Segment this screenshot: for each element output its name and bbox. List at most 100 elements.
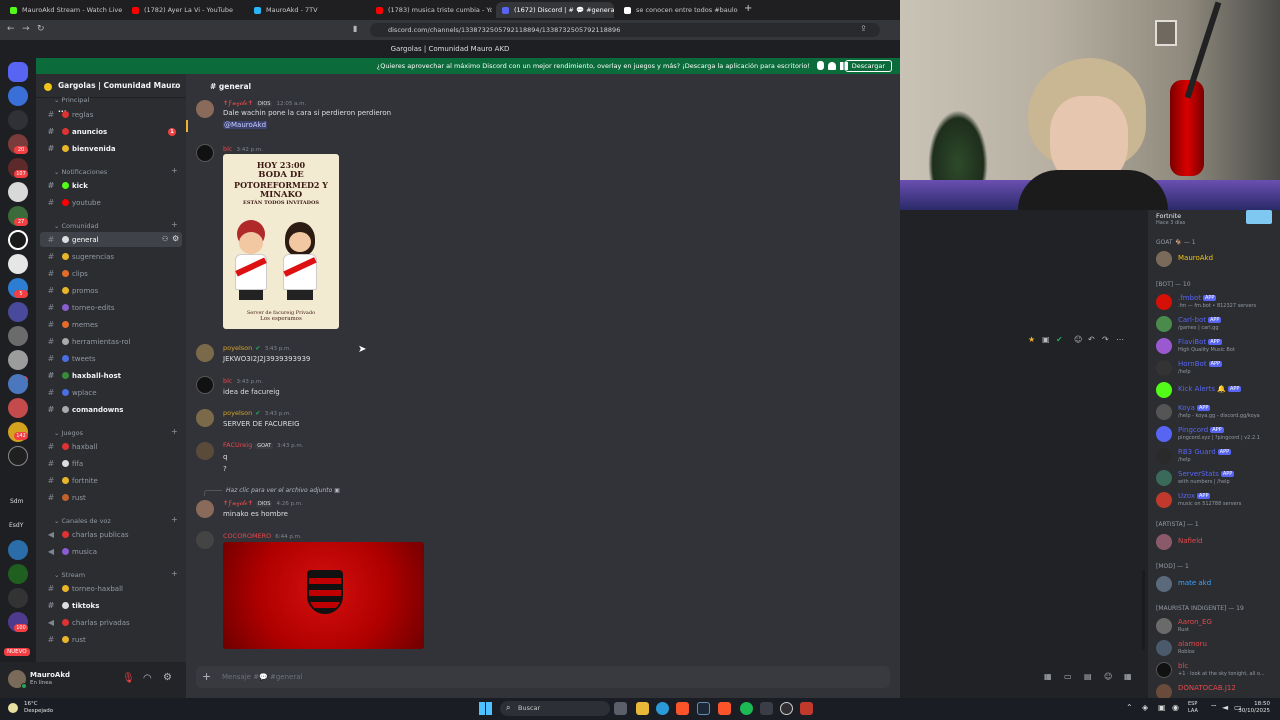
member-item[interactable]: Carl-bot APP/games | carl.gg [1156,314,1280,334]
channel-sugerencias[interactable]: # sugerencias [40,249,182,264]
gear-icon[interactable]: ⚙ [172,234,179,243]
category-juegos[interactable]: ⌄ Juegos [54,429,83,437]
taskbar-search[interactable]: Buscar [500,701,610,716]
language-indicator[interactable]: ESP LAA [1188,701,1198,715]
channel-fortnite[interactable]: # fortnite [40,473,182,488]
server-icon[interactable] [8,230,28,250]
task-view-icon[interactable] [614,702,627,715]
add-channel-icon[interactable]: + [171,569,178,578]
avatar[interactable] [196,344,214,362]
tray-icon[interactable]: ▣ [1158,703,1166,712]
category-voz[interactable]: ⌄ Canales de voz [54,517,111,525]
invite-icon[interactable]: ⚇ [162,235,168,243]
mic-muted-icon[interactable]: 🎙 [122,673,135,684]
channel-wplace[interactable]: # wplace [40,385,182,400]
server-name[interactable]: Gargolas | Comunidad Mauro ... [36,74,186,114]
message-author[interactable]: blc 3:43 p.m. [223,377,263,385]
channel-torneo-edits[interactable]: # torneo-edits [40,300,182,315]
avatar[interactable] [196,376,214,394]
member-item[interactable]: Uzox APP music on 512788 servers [1156,490,1280,510]
edge-icon[interactable] [656,702,669,715]
category-principal[interactable]: ⌄ Principal [54,96,89,104]
channel-kick[interactable]: # kick [40,178,182,193]
server-icon[interactable] [8,302,28,322]
message-author[interactable]: ✝︎Ƒ𝓷𝔃𝓲𝓵𝓸✝︎ DIOS 12:05 a.m. [223,99,306,108]
reaction-emoji-icon[interactable]: ★ [1028,335,1035,344]
chevron-up-icon[interactable]: ⌃ [1126,703,1133,712]
reaction-emoji-icon[interactable]: ✔ [1056,335,1063,344]
avatar[interactable] [196,144,214,162]
channel-clips[interactable]: # clips [40,266,182,281]
app-icon[interactable] [800,702,813,715]
server-icon[interactable] [8,182,28,202]
brave-icon[interactable] [676,702,689,715]
apps-icon[interactable]: ▦ [1124,672,1132,681]
gift-icon[interactable]: ▦ [1044,672,1052,681]
server-icon[interactable] [8,540,28,560]
bookmark-icon[interactable]: ▮ [353,24,357,33]
server-icon[interactable] [8,374,28,394]
server-label[interactable]: Sdm [10,498,23,505]
member-item[interactable]: mate akd [1156,574,1280,594]
clock[interactable]: 18:50 30/10/2025 [1238,701,1270,715]
gif-icon[interactable]: ▭ [1064,672,1072,681]
channel-anuncios[interactable]: # anuncios 1 [40,124,182,139]
member-item[interactable]: HornBot APP/help [1156,358,1280,378]
server-icon[interactable] [8,254,28,274]
add-attachment-icon[interactable]: + [202,670,211,683]
server-icon[interactable] [8,564,28,584]
channel-comandowns[interactable]: # comandowns [40,402,182,417]
channel-haxball[interactable]: # haxball [40,439,182,454]
voice-channel-musica[interactable]: ◀ musica [40,544,182,559]
member-item[interactable]: Koya APP/help - koya.gg - discord.gg/koya [1156,402,1280,422]
more-options-icon[interactable]: ⋯ [1116,335,1124,344]
member-item[interactable]: RB3 Guard APP/help [1156,446,1280,466]
reload-icon[interactable]: ↻ [37,24,45,34]
add-channel-icon[interactable]: + [171,515,178,524]
user-mention[interactable]: @MauroAkd [223,121,268,129]
wifi-icon[interactable]: ⌔ [1210,703,1218,713]
server-icon[interactable] [8,398,28,418]
settings-icon[interactable] [760,702,773,715]
message-author[interactable]: blc 3:42 p.m. [223,145,263,153]
message-author[interactable]: COCOROMERO 6:44 p.m. [223,532,302,540]
category-notificaciones[interactable]: ⌄ Notificaciones [54,168,107,176]
channel-rust-stream[interactable]: # rust [40,632,182,647]
category-stream[interactable]: ⌄ Stream [54,571,85,579]
file-explorer-icon[interactable] [636,702,649,715]
image-attachment[interactable]: HOY 23:00 BODA DE POTOREFORMED2 Y MINAKO… [223,154,339,329]
channel-tweets[interactable]: # tweets [40,351,182,366]
channel-haxball-host[interactable]: # haxball-host [40,368,182,383]
avatar[interactable] [196,409,214,427]
brave-icon[interactable] [718,702,731,715]
message-author[interactable]: FACUreig GOAT 3:43 p.m. [223,441,304,449]
channel-tiktoks[interactable]: # tiktoks [40,598,182,613]
browser-tab[interactable]: (1783) musica triste cumbia - YouTube [370,2,492,18]
emoji-picker-icon[interactable]: ☺ [1104,672,1112,681]
channel-reglas[interactable]: # reglas [40,107,182,122]
avatar[interactable] [196,100,214,118]
reply-preview[interactable]: Haz clic para ver el archivo adjunto ▣ [226,487,340,494]
image-attachment[interactable] [223,542,424,649]
message-author[interactable]: ✝︎Ƒ𝓷𝔃𝓲𝓵𝓸✝︎ DIOS 4:26 p.m. [223,499,303,508]
forward-icon[interactable]: ↷ [1102,335,1109,344]
voice-channel-charlas-publicas[interactable]: ◀ charlas publicas [40,527,182,542]
server-label[interactable]: EsdY [9,522,23,529]
add-channel-icon[interactable]: + [171,166,178,175]
avatar[interactable] [196,442,214,460]
channel-memes[interactable]: # memes [40,317,182,332]
channel-rust[interactable]: # rust [40,490,182,505]
browser-tab[interactable]: MauroAkd - 7TV [248,2,366,18]
server-icon[interactable] [8,446,28,466]
network-icon[interactable]: ◈ [1142,703,1148,712]
browser-tab[interactable]: (1782) Ayer La Vi - YouTube [126,2,244,18]
server-icon[interactable] [8,588,28,608]
member-item[interactable]: blc +1 · look at the sky tonight, all o..… [1156,660,1280,680]
reply-icon[interactable]: ↶ [1088,335,1095,344]
sticker-icon[interactable]: ▤ [1084,672,1092,681]
tray-icon[interactable]: ◉ [1172,703,1179,712]
member-item[interactable]: ServerStats APP with numbers | /help [1156,468,1280,488]
channel-torneo-haxball[interactable]: # torneo-haxball [40,581,182,596]
settings-gear-icon[interactable]: ⚙ [163,672,172,683]
scrollbar[interactable] [1142,570,1145,650]
